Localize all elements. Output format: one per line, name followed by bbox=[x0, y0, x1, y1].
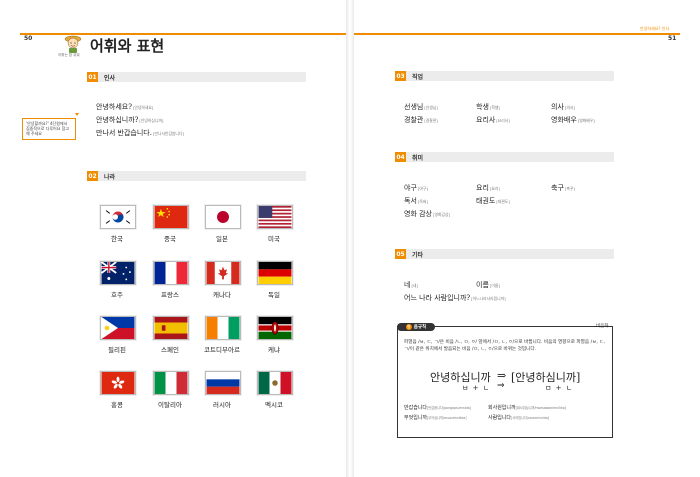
greeting-item: 만나서 반갑습니다.[만나서반갑씀니다] bbox=[96, 129, 184, 137]
hobby-item: 축구[축꾸] bbox=[551, 184, 575, 192]
decomposition-left: ㅂ + ㄴ bbox=[462, 384, 491, 392]
section-label: 직업 bbox=[412, 73, 424, 81]
hobby-item: 야구[야구] bbox=[404, 184, 428, 192]
section-hobby-header: 04 취미 bbox=[395, 152, 614, 162]
section-label: 기타 bbox=[412, 251, 424, 259]
job-item: 학생[학쌩] bbox=[476, 103, 500, 111]
usa-flag-icon bbox=[257, 205, 293, 229]
country-name: 필리핀 bbox=[108, 346, 126, 354]
france-flag-icon bbox=[153, 261, 189, 285]
section-label: 인사 bbox=[104, 74, 116, 82]
greeting-item: 안녕하세요?[안녕하세요] bbox=[96, 103, 154, 111]
rule-description: 파열음 /ㅂ, ㄷ, ㄱ/은 비음 /ㄴ, ㅁ, ㅇ/ 앞에서 /ㅁ, ㄴ, ㅇ… bbox=[404, 340, 605, 352]
country-name: 스페인 bbox=[161, 346, 179, 354]
country-name: 홍콩 bbox=[111, 401, 123, 409]
decomposition-arrow: ⇒ bbox=[497, 381, 506, 391]
hobby-item: 요리[요리] bbox=[476, 184, 500, 192]
section-number: 03 bbox=[395, 71, 406, 81]
right-page-number: 51 bbox=[668, 35, 677, 42]
country-name: 중국 bbox=[164, 235, 176, 243]
italy-flag-icon bbox=[153, 371, 189, 395]
job-item: 요리사[요리사] bbox=[476, 116, 510, 124]
country-name: 러시아 bbox=[213, 401, 231, 409]
example-item: 회사원입니까[회사워님니까/hwesawonimnikka] bbox=[488, 405, 567, 411]
country-name: 프랑스 bbox=[161, 291, 179, 299]
section-number: 01 bbox=[87, 72, 98, 82]
china-flag-icon bbox=[153, 205, 189, 229]
pronunciation-tag-badge: 발 bbox=[405, 324, 412, 330]
japan-flag-icon bbox=[205, 205, 241, 229]
job-item: 경찰관[경찰관] bbox=[404, 116, 438, 124]
canada-flag-icon bbox=[205, 261, 241, 285]
hobby-item: 태권도[태꿘도] bbox=[476, 197, 510, 205]
hobby-item: 독서[독써] bbox=[404, 197, 428, 205]
decomposition-right: ㅁ + ㄴ bbox=[545, 384, 574, 392]
section-number: 04 bbox=[395, 152, 406, 162]
country-name: 멕시코 bbox=[265, 401, 283, 409]
example-item: 사람입니다[사라밈니다/saraminnida] bbox=[488, 415, 550, 421]
section-job-header: 03 직업 bbox=[395, 71, 614, 81]
country-name: 케냐 bbox=[268, 346, 280, 354]
country-name: 일본 bbox=[216, 235, 228, 243]
greeting-item: 안녕하십니까?[안녕하심니까] bbox=[96, 116, 164, 124]
note-arrow-icon bbox=[75, 113, 79, 116]
russia-flag-icon bbox=[205, 371, 241, 395]
left-page-number: 50 bbox=[24, 35, 33, 42]
germany-flag-icon bbox=[257, 261, 293, 285]
page-gutter bbox=[346, 0, 354, 477]
page-title: 어휘와 표현 bbox=[90, 37, 165, 55]
country-name: 한국 bbox=[111, 235, 123, 243]
section-label: 취미 bbox=[412, 154, 424, 162]
section-other-header: 05 기타 bbox=[395, 249, 614, 259]
hobby-item: 영화 감상[영화감상] bbox=[404, 210, 450, 218]
country-name: 호주 bbox=[111, 291, 123, 299]
job-item: 의사[의사] bbox=[551, 103, 575, 111]
mascot-caption: 어휘는 참 쉬워 bbox=[58, 53, 80, 57]
australia-flag-icon bbox=[100, 261, 136, 285]
pronunciation-tag-label: 음규칙 bbox=[413, 325, 427, 330]
section-number: 05 bbox=[395, 249, 406, 259]
right-header-line bbox=[354, 33, 680, 35]
mexico-flag-icon bbox=[257, 371, 293, 395]
side-note: '안녕할까요?' 4단원에서 집중적으로 다루어요 참고해 주세요 bbox=[22, 118, 76, 140]
pronunciation-tag: 발 음규칙 bbox=[397, 323, 435, 331]
mascot-icon bbox=[62, 32, 84, 54]
spain-flag-icon bbox=[153, 316, 189, 340]
country-name: 캐나다 bbox=[213, 291, 231, 299]
other-item: 어느 나라 사람입니까?[어느나라사라밈니까] bbox=[404, 294, 506, 302]
country-name: 미국 bbox=[268, 235, 280, 243]
country-name: 독일 bbox=[268, 291, 280, 299]
kenya-flag-icon bbox=[257, 316, 293, 340]
job-item: 선생님[선생님] bbox=[404, 103, 438, 111]
running-head: 안녕하세요? 인사 bbox=[640, 26, 670, 31]
korea-flag-icon bbox=[100, 205, 136, 229]
hong-kong-flag-icon bbox=[100, 371, 136, 395]
section-country-header: 02 나라 bbox=[87, 171, 306, 181]
section-greeting-header: 01 인사 bbox=[87, 72, 306, 82]
section-label: 나라 bbox=[104, 173, 116, 181]
country-name: 코트디부아르 bbox=[204, 346, 240, 354]
other-item: 이름[이름] bbox=[476, 281, 500, 289]
country-name: 이탈리아 bbox=[158, 401, 182, 409]
section-number: 02 bbox=[87, 171, 98, 181]
job-item: 영화배우[영화배우] bbox=[551, 116, 595, 124]
philippines-flag-icon bbox=[100, 316, 136, 340]
example-item: 반갑습니다[반갑씀니다/pangapsumnida] bbox=[404, 405, 471, 411]
other-item: 네[네] bbox=[404, 281, 418, 289]
example-item: 무엇입니까[무어심니까/muosimnikka] bbox=[404, 415, 467, 421]
ivory-coast-flag-icon bbox=[205, 316, 241, 340]
rule-name: 비음화 bbox=[596, 324, 609, 329]
